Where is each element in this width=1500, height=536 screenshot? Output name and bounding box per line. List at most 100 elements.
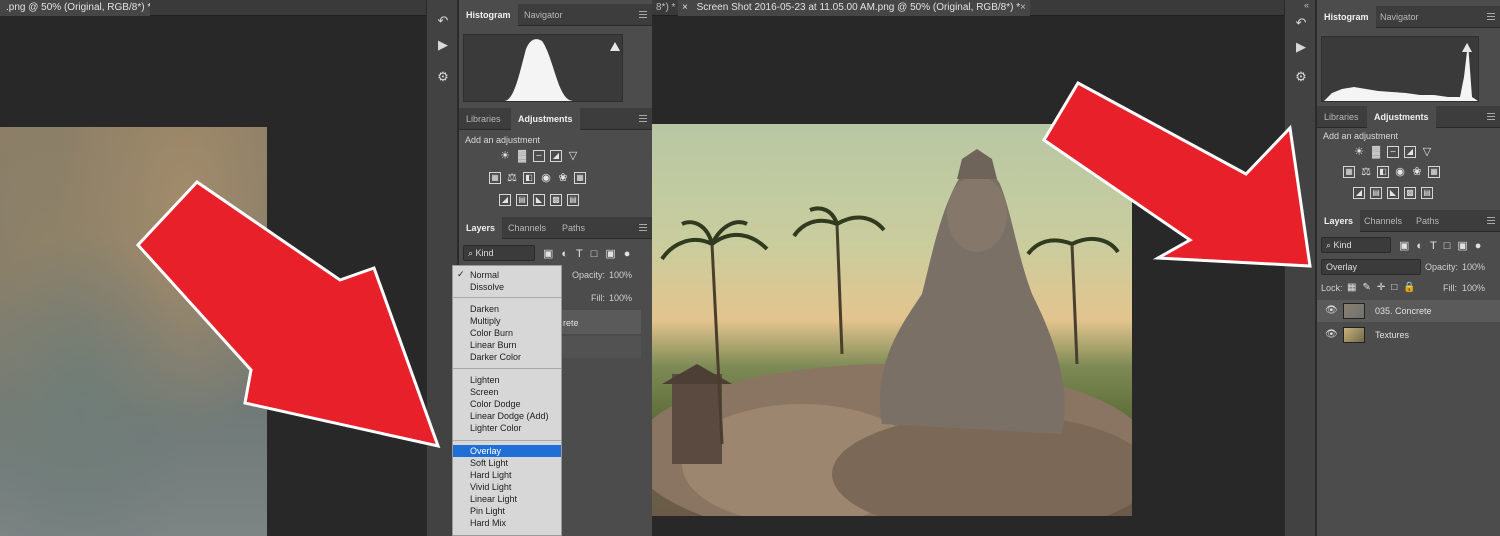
blend-option[interactable]: Normal	[453, 269, 561, 281]
vibrance-icon[interactable]: ▦	[1343, 166, 1355, 178]
panel-menu-icon[interactable]	[639, 115, 647, 122]
history-icon[interactable]: ↶	[1289, 14, 1313, 32]
properties-icon[interactable]: ⚙	[431, 68, 455, 86]
tab-histogram[interactable]: Histogram	[459, 4, 518, 26]
brightness-icon[interactable]: ☀	[1353, 146, 1365, 158]
blend-option[interactable]: Linear Light	[453, 493, 561, 505]
tab-channels[interactable]: Channels	[501, 217, 553, 239]
balance-icon[interactable]: ⚖	[1360, 166, 1372, 178]
blend-option[interactable]: Pin Light	[453, 505, 561, 517]
blend-option[interactable]: Vivid Light	[453, 481, 561, 493]
panel-menu-icon[interactable]	[1487, 217, 1495, 224]
layer-row[interactable]	[559, 336, 641, 358]
posterize-icon[interactable]: ▤	[516, 194, 528, 206]
curves-icon[interactable]: ∽	[533, 150, 545, 162]
tab-navigator[interactable]: Navigator	[517, 4, 570, 26]
blend-option[interactable]: Color Dodge	[453, 398, 561, 410]
blend-option[interactable]: Lighter Color	[453, 422, 561, 434]
blend-option[interactable]: Lighten	[453, 374, 561, 386]
curves-icon[interactable]: ∽	[1387, 146, 1399, 158]
levels-icon[interactable]: ▓	[1370, 146, 1382, 158]
right-tab-close[interactable]: ×	[1014, 0, 1028, 16]
black-white-icon[interactable]: ◧	[523, 172, 535, 184]
eye-icon[interactable]: 👁	[1325, 300, 1338, 322]
history-icon[interactable]: ↶	[431, 12, 455, 30]
play-icon[interactable]: ▶	[1289, 38, 1313, 56]
blend-option[interactable]: Color Burn	[453, 327, 561, 339]
gradient-map-icon[interactable]: ▤	[1421, 187, 1433, 199]
tab-navigator[interactable]: Navigator	[1373, 6, 1426, 28]
blend-option[interactable]: Darker Color	[453, 351, 561, 363]
selective-color-icon[interactable]: ▩	[1404, 187, 1416, 199]
panel-menu-icon[interactable]	[1487, 113, 1495, 120]
posterize-icon[interactable]: ▤	[1370, 187, 1382, 199]
play-icon[interactable]: ▶	[431, 36, 455, 54]
gradient-map-icon[interactable]: ▤	[567, 194, 579, 206]
blend-option[interactable]: Multiply	[453, 315, 561, 327]
blend-option[interactable]: Screen	[453, 386, 561, 398]
threshold-icon[interactable]: ◣	[1387, 187, 1399, 199]
gradient-triangle-icon[interactable]: ▽	[567, 150, 579, 162]
lock-icons[interactable]: ▦✎✛□🔒	[1347, 282, 1422, 293]
selective-color-icon[interactable]: ▩	[550, 194, 562, 206]
levels-icon[interactable]: ▓	[516, 150, 528, 162]
blend-option[interactable]: Hard Mix	[453, 517, 561, 529]
collapse-icon[interactable]: «	[1304, 0, 1309, 10]
panel-menu-icon[interactable]	[1487, 13, 1495, 20]
brightness-icon[interactable]: ☀	[499, 150, 511, 162]
channel-mixer-icon[interactable]: ❀	[557, 172, 569, 184]
fill-value[interactable]: 100%	[609, 293, 632, 303]
photo-filter-icon[interactable]: ◉	[540, 172, 552, 184]
gradient-triangle-icon[interactable]: ▽	[1421, 146, 1433, 158]
threshold-icon[interactable]: ◣	[533, 194, 545, 206]
color-lookup-icon[interactable]: ▦	[574, 172, 586, 184]
balance-icon[interactable]: ⚖	[506, 172, 518, 184]
blend-option[interactable]: Linear Dodge (Add)	[453, 410, 561, 422]
tab-paths[interactable]: Paths	[555, 217, 592, 239]
blend-option[interactable]: Linear Burn	[453, 339, 561, 351]
exposure-icon[interactable]: ◢	[550, 150, 562, 162]
layer-row-selected[interactable]: 👁 035. Concrete	[1317, 300, 1500, 322]
warning-icon[interactable]	[1462, 43, 1472, 52]
vibrance-icon[interactable]: ▦	[489, 172, 501, 184]
properties-icon[interactable]: ⚙	[1289, 68, 1313, 86]
photo-filter-icon[interactable]: ◉	[1394, 166, 1406, 178]
opacity-value[interactable]: 100%	[609, 270, 632, 280]
panel-menu-icon[interactable]	[639, 11, 647, 18]
channel-mixer-icon[interactable]: ❀	[1411, 166, 1423, 178]
blend-option[interactable]: Soft Light	[453, 457, 561, 469]
right-document-tab[interactable]: × Screen Shot 2016-05-23 at 11.05.00 AM.…	[678, 0, 1030, 16]
color-lookup-icon[interactable]: ▦	[1428, 166, 1440, 178]
kind-filter-select[interactable]: ⌕ Kind	[1321, 237, 1391, 253]
opacity-value[interactable]: 100%	[1462, 262, 1485, 272]
invert-icon[interactable]: ◢	[1353, 187, 1365, 199]
eye-icon[interactable]: 👁	[1325, 324, 1338, 346]
tab-layers[interactable]: Layers	[1317, 210, 1361, 232]
exposure-icon[interactable]: ◢	[1404, 146, 1416, 158]
panel-menu-icon[interactable]	[639, 224, 647, 231]
tab-adjustments[interactable]: Adjustments	[1367, 106, 1436, 128]
close-icon[interactable]: ×	[682, 2, 688, 13]
filter-icons[interactable]: ▣◐T□▣●	[543, 247, 638, 260]
black-white-icon[interactable]: ◧	[1377, 166, 1389, 178]
filter-icons[interactable]: ▣◐T□▣●	[1399, 239, 1488, 252]
warning-icon[interactable]	[610, 42, 620, 51]
tab-adjustments[interactable]: Adjustments	[511, 108, 580, 130]
blend-option[interactable]: Darken	[453, 303, 561, 315]
tab-libraries[interactable]: Libraries	[1317, 106, 1366, 128]
tab-libraries[interactable]: Libraries	[459, 108, 508, 130]
layer-row[interactable]: 👁 Textures	[1317, 324, 1500, 346]
left-document-tab[interactable]: .png @ 50% (Original, RGB/8*) *	[0, 0, 150, 16]
kind-filter-select[interactable]: ⌕ Kind	[463, 245, 535, 261]
blend-mode-select[interactable]: Overlay	[1321, 259, 1421, 275]
blend-option[interactable]: Hard Light	[453, 469, 561, 481]
tab-layers[interactable]: Layers	[459, 217, 503, 239]
fill-value[interactable]: 100%	[1462, 283, 1485, 293]
tab-paths[interactable]: Paths	[1409, 210, 1446, 232]
blend-option[interactable]: Dissolve	[453, 281, 561, 293]
invert-icon[interactable]: ◢	[499, 194, 511, 206]
tab-histogram[interactable]: Histogram	[1317, 6, 1376, 28]
middle-document-tab[interactable]: 8*) *	[650, 0, 678, 16]
tab-channels[interactable]: Channels	[1357, 210, 1409, 232]
blend-option-selected[interactable]: Overlay	[453, 445, 561, 457]
